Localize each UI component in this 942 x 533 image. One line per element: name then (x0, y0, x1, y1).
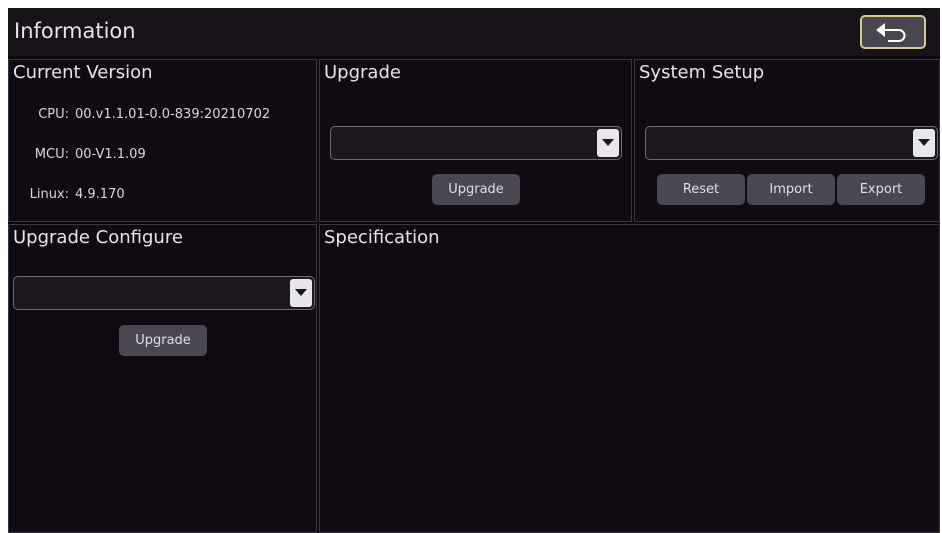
upgrade-configure-button[interactable]: Upgrade (119, 325, 207, 356)
mcu-label: MCU: (34, 147, 69, 162)
import-button[interactable]: Import (747, 174, 835, 205)
upgrade-file-select[interactable] (330, 126, 622, 160)
chevron-down-icon[interactable] (597, 129, 619, 157)
current-version-panel: Current Version CPU: 00.v1.1.01-0.0-839:2… (8, 59, 317, 222)
chevron-down-icon[interactable] (913, 129, 935, 157)
upgrade-button[interactable]: Upgrade (432, 174, 520, 205)
cpu-value: 00.v1.1.01-0.0-839:20210702 (75, 107, 271, 122)
chevron-down-icon[interactable] (290, 279, 312, 307)
upgrade-configure-select[interactable] (13, 276, 315, 310)
page-title: Information (14, 19, 136, 43)
cpu-label: CPU: (38, 107, 69, 122)
screen: Information Current Version CPU: 00.v1.1.… (8, 8, 940, 533)
linux-value: 4.9.170 (75, 187, 125, 202)
cpu-row: CPU: 00.v1.1.01-0.0-839:20210702 (9, 107, 270, 123)
system-setup-title: System Setup (639, 62, 765, 83)
linux-row: Linux: 4.9.170 (9, 187, 125, 203)
reset-button[interactable]: Reset (657, 174, 745, 205)
title-bar: Information (8, 8, 940, 56)
upgrade-panel: Upgrade Upgrade (319, 59, 632, 222)
linux-label: Linux: (29, 187, 69, 202)
current-version-title: Current Version (13, 62, 153, 83)
upgrade-title: Upgrade (324, 62, 401, 83)
mcu-row: MCU: 00-V1.1.09 (9, 147, 146, 163)
back-arrow-icon (876, 23, 906, 42)
export-button[interactable]: Export (837, 174, 925, 205)
system-setup-panel: System Setup Reset Import Export (634, 59, 940, 222)
specification-title: Specification (324, 227, 440, 248)
upgrade-configure-panel: Upgrade Configure Upgrade (8, 224, 317, 533)
back-button[interactable] (860, 15, 926, 49)
system-setup-select[interactable] (645, 126, 938, 160)
mcu-value: 00-V1.1.09 (75, 147, 146, 162)
upgrade-configure-title: Upgrade Configure (13, 227, 183, 248)
specification-panel: Specification (319, 224, 940, 533)
